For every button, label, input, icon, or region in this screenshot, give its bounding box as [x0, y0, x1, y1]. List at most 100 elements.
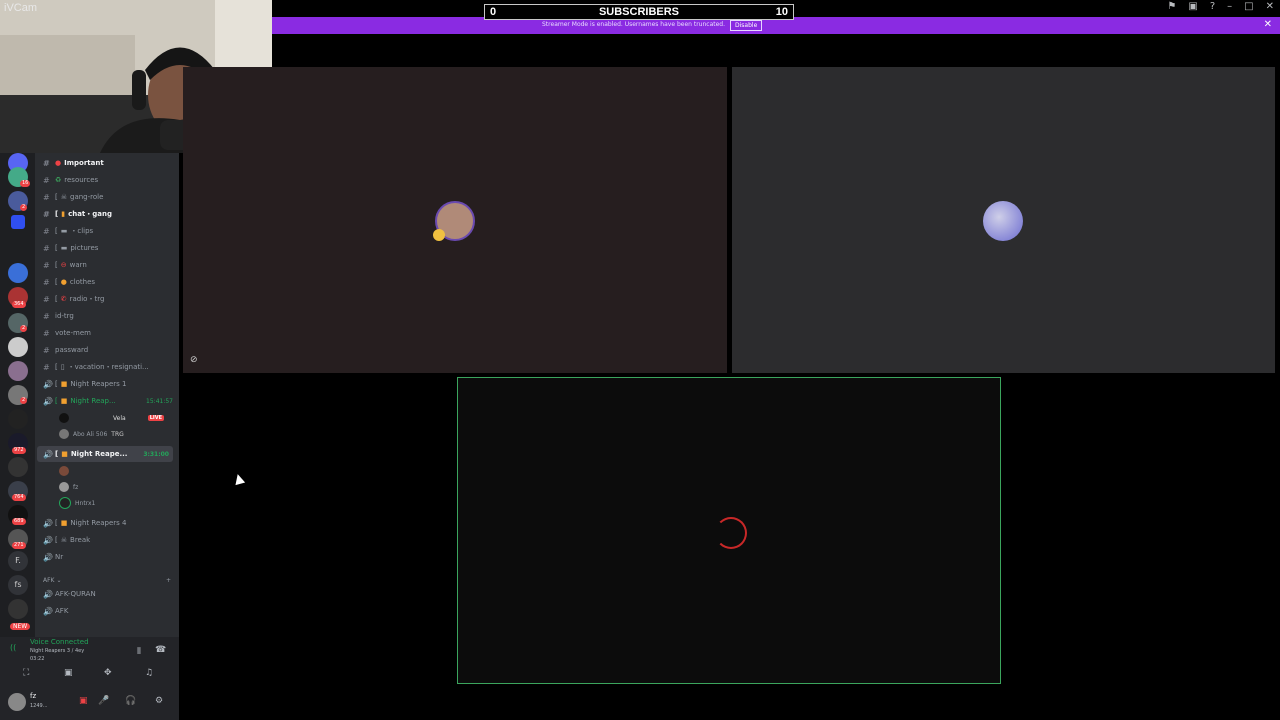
user-tag: TRG	[111, 430, 124, 438]
activity-icon[interactable]: ✥	[104, 668, 112, 678]
voice-channel-night-reapers-3[interactable]: 🔊[ ■ Night Reape... 3:31:00	[37, 446, 173, 462]
signal-icon: ((	[10, 643, 17, 652]
folder-icon[interactable]	[11, 215, 25, 229]
voice-channel-afk[interactable]: 🔊 AFK	[43, 603, 68, 619]
server-icon[interactable]	[8, 361, 28, 381]
avatar	[59, 429, 69, 439]
voice-channel-name[interactable]: Night Reapers 3 / 4ey	[30, 648, 84, 654]
voice-user[interactable]: Vela LIVE	[59, 411, 165, 425]
channel-pictures[interactable]: #[ ▬ pictures	[43, 240, 98, 256]
stream-icon[interactable]: ⊘	[190, 355, 198, 365]
channel-sidebar: # ● Important # ♻ resources #[ ☠ gang-role #[…	[35, 153, 179, 637]
hash-icon: #	[43, 311, 50, 321]
hash-icon: #	[43, 328, 50, 338]
note-icon: ▮	[61, 210, 66, 218]
speaker-icon: 🔊	[43, 552, 53, 562]
microphone-icon[interactable]: 🎤	[98, 696, 109, 706]
screen-icon[interactable]: ▣	[1188, 1, 1197, 15]
channel-clips[interactable]: #[ ▬ ・ clips	[43, 223, 93, 239]
help-icon[interactable]: ?	[1210, 1, 1215, 15]
add-icon[interactable]: +	[166, 577, 171, 584]
avatar	[983, 201, 1023, 241]
disconnect-icon[interactable]: ☎	[155, 645, 166, 655]
server-icon[interactable]	[8, 599, 28, 619]
voice-elapsed: 03:22	[30, 656, 45, 662]
channel-important[interactable]: # ● Important	[43, 155, 104, 171]
speaker-icon: 🔊	[43, 606, 53, 616]
user-status: 1249...	[30, 703, 48, 709]
webcam-label: iVCam	[4, 2, 38, 14]
voice-channel-afk-quran[interactable]: 🔊 AFK-QURAN	[43, 586, 96, 602]
avatar	[59, 482, 69, 492]
camera-icon[interactable]: ⛶	[23, 668, 29, 678]
server-list: 16 2 364 2 2 972 764 689 271 F. fs NEW	[0, 153, 35, 720]
noise-suppression-icon[interactable]: ⦀	[137, 647, 141, 657]
server-icon[interactable]	[8, 263, 28, 283]
streamer-mode-message: Streamer Mode is enabled. Usernames have…	[542, 21, 725, 28]
hash-icon: #	[43, 158, 50, 168]
soundboard-icon[interactable]: ♫	[145, 668, 153, 678]
voice-user[interactable]	[59, 464, 109, 478]
subscriber-goal-title: SUBSCRIBERS	[598, 6, 680, 18]
gear-icon[interactable]: ⚙	[155, 696, 163, 706]
voice-panel: (( Voice Connected Night Reapers 3 / 4ey…	[0, 637, 179, 720]
subscriber-goal-overlay: 0 SUBSCRIBERS 10	[484, 4, 794, 20]
channel-gang-role[interactable]: #[ ☠ gang-role	[43, 189, 103, 205]
video-tile-speaking[interactable]	[457, 377, 1001, 684]
hash-icon: #	[43, 226, 50, 236]
server-icon[interactable]	[8, 409, 28, 429]
mouse-cursor-icon	[232, 472, 246, 486]
close-icon[interactable]: ✕	[1264, 19, 1272, 30]
channel-vacation[interactable]: #[ ▯ ・vacation・resignati...	[43, 359, 149, 375]
video-icon: ▬	[60, 227, 68, 235]
voice-channel-night-reapers-4[interactable]: 🔊[ ■ Night Reapers 4	[43, 515, 127, 531]
avatar[interactable]	[8, 693, 26, 711]
hash-icon: #	[43, 209, 50, 219]
avatar	[59, 413, 69, 423]
new-badge: NEW	[10, 623, 31, 630]
channel-chat-gang[interactable]: #[ ▮ chat・gang	[43, 206, 112, 222]
server-badge: 271	[12, 542, 26, 549]
video-tile[interactable]: ⊘	[183, 67, 727, 373]
headphones-icon[interactable]: 🎧	[125, 696, 136, 706]
voice-channel-night-reapers-2[interactable]: 🔊[ ■ Night Reap... 15:41:57	[43, 393, 173, 409]
voice-user[interactable]: fz	[59, 480, 78, 494]
channel-resources[interactable]: # ♻ resources	[43, 172, 98, 188]
server-icon[interactable]	[8, 337, 28, 357]
channel-vote-mem[interactable]: # vote-mem	[43, 325, 91, 341]
alert-icon: ●	[55, 159, 62, 167]
close-window-button[interactable]: ✕	[1266, 1, 1274, 15]
lock-icon: ■	[61, 450, 68, 458]
voice-user[interactable]: Hntrx1	[59, 496, 95, 510]
voice-channel-nr[interactable]: 🔊 Nr	[43, 549, 63, 565]
server-badge: 2	[20, 325, 28, 332]
speaker-icon: 🔊	[43, 379, 53, 389]
voice-timer: 15:41:57	[146, 397, 173, 405]
server-badge: 2	[20, 204, 28, 211]
channel-clothes[interactable]: #[ ● clothes	[43, 274, 95, 290]
no-entry-icon: ⊖	[60, 261, 67, 269]
channel-radio-trg[interactable]: #[ ✆ radio・trg	[43, 291, 104, 307]
inbox-icon[interactable]: ⚑	[1167, 1, 1176, 15]
video-tile[interactable]	[732, 67, 1275, 373]
channel-passward[interactable]: # passward	[43, 342, 88, 358]
server-icon[interactable]: F.	[8, 551, 28, 571]
server-icon[interactable]	[8, 457, 28, 477]
server-badge: 2	[20, 397, 28, 404]
hash-icon: #	[43, 294, 50, 304]
minimize-button[interactable]: –	[1227, 1, 1232, 15]
voice-channel-night-reapers-1[interactable]: 🔊[ ■ Night Reapers 1	[43, 376, 127, 392]
hash-icon: #	[43, 175, 50, 185]
channel-warn[interactable]: #[ ⊖ warn	[43, 257, 87, 273]
voice-user[interactable]: Abo Ali 506 TRG	[59, 427, 124, 441]
speaker-icon: 🔊	[43, 535, 53, 545]
window-controls: ⚑ ▣ ? – □ ✕	[1167, 1, 1274, 15]
voice-channel-break[interactable]: 🔊[ ☠ Break	[43, 532, 90, 548]
server-icon[interactable]: fs	[8, 575, 28, 595]
document-icon: ▯	[60, 363, 65, 371]
screen-share-icon[interactable]: ▣	[64, 668, 73, 678]
streaming-icon: ▣	[79, 696, 88, 706]
maximize-button[interactable]: □	[1244, 1, 1253, 15]
disable-streamer-mode-button[interactable]: Disable	[730, 20, 763, 31]
channel-id-trg[interactable]: # id-trg	[43, 308, 74, 324]
